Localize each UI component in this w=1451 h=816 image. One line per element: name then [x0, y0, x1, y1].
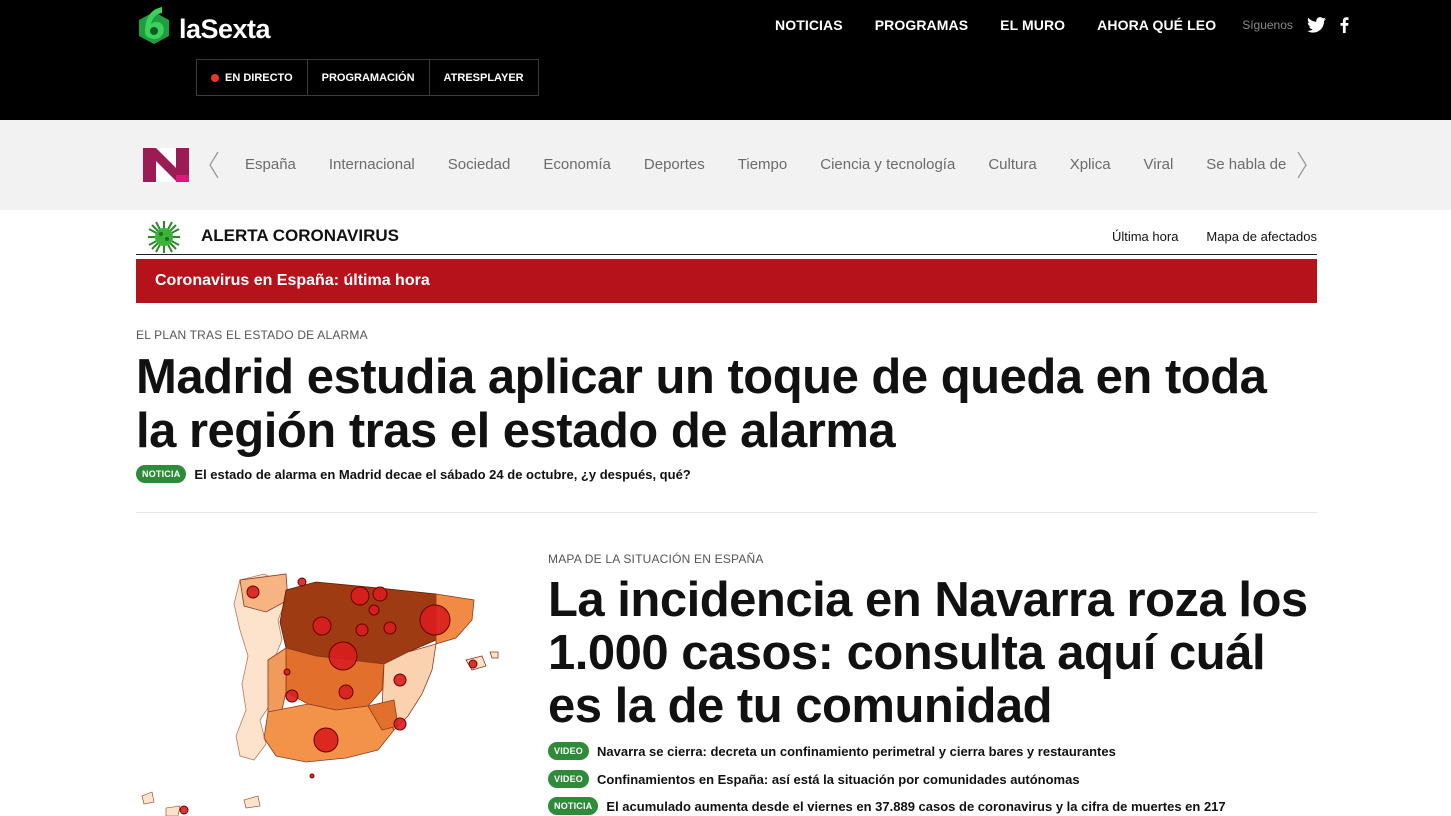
second-kicker: MAPA DE LA SITUACIÓN EN ESPAÑA — [548, 552, 764, 566]
section-cultura[interactable]: Cultura — [988, 156, 1036, 173]
nav-programas[interactable]: PROGRAMAS — [875, 17, 968, 33]
section-espana[interactable]: España — [245, 156, 296, 173]
lasexta-logo-icon — [139, 7, 169, 44]
chevron-left-icon[interactable] — [207, 150, 221, 180]
social-links — [1306, 17, 1349, 33]
section-tiempo[interactable]: Tiempo — [738, 156, 787, 173]
related-text-3: El acumulado aumenta desde el viernes en… — [606, 798, 1226, 814]
latest-news-link[interactable]: Última hora — [1112, 229, 1178, 244]
section-viral[interactable]: Viral — [1144, 156, 1174, 173]
facebook-icon[interactable] — [1340, 17, 1349, 33]
section-se-habla-de[interactable]: Se habla de — [1206, 156, 1286, 173]
nav-el-muro[interactable]: EL MURO — [1000, 17, 1065, 33]
spain-incidence-map[interactable] — [136, 560, 516, 816]
section-internacional[interactable]: Internacional — [329, 156, 415, 173]
alert-title[interactable]: ALERTA CORONAVIRUS — [201, 226, 399, 246]
video-tag: VIDEO — [548, 770, 590, 788]
player-link[interactable]: ATRESPLAYER — [430, 60, 538, 95]
section-ciencia[interactable]: Ciencia y tecnología — [820, 156, 955, 173]
related-text-2: Confinamientos en España: así está la si… — [597, 771, 1080, 787]
related-link-2[interactable]: VIDEO Confinamientos en España: así está… — [548, 770, 1080, 788]
chevron-right-icon[interactable] — [1295, 150, 1309, 180]
schedule-link[interactable]: PROGRAMACIÓN — [308, 60, 430, 95]
virus-icon — [148, 221, 180, 253]
lead-related-link[interactable]: NOTICIA El estado de alarma en Madrid de… — [136, 465, 691, 483]
site-logo[interactable]: laSexta — [135, 4, 271, 48]
section-deportes[interactable]: Deportes — [644, 156, 705, 173]
second-headline[interactable]: La incidencia en Navarra roza los 1.000 … — [548, 574, 1328, 733]
top-header: laSexta NOTICIAS PROGRAMAS EL MURO AHORA… — [0, 0, 1451, 120]
lead-related-text: El estado de alarma en Madrid decae el s… — [194, 466, 691, 482]
lead-headline[interactable]: Madrid estudia aplicar un toque de queda… — [136, 350, 1316, 458]
lead-kicker: EL PLAN TRAS EL ESTADO DE ALARMA — [136, 328, 368, 342]
affected-map-link[interactable]: Mapa de afectados — [1206, 229, 1317, 244]
video-tag: VIDEO — [548, 742, 590, 760]
twitter-icon[interactable] — [1306, 17, 1326, 33]
alert-links: Última hora Mapa de afectados — [1112, 229, 1317, 244]
noticias-logo-icon[interactable] — [143, 148, 189, 182]
section-divider — [136, 512, 1317, 513]
news-tag: NOTICIA — [548, 797, 599, 815]
coronavirus-alert-bar: ALERTA CORONAVIRUS Última hora Mapa de a… — [136, 216, 1317, 255]
related-link-3[interactable]: NOTICIA El acumulado aumenta desde el vi… — [548, 797, 1226, 815]
live-label: EN DIRECTO — [225, 71, 293, 84]
live-link[interactable]: EN DIRECTO — [197, 60, 308, 95]
news-tag: NOTICIA — [136, 465, 187, 483]
section-sociedad[interactable]: Sociedad — [448, 156, 511, 173]
live-dot-icon — [211, 73, 219, 82]
nav-noticias[interactable]: NOTICIAS — [775, 17, 843, 33]
section-xplica[interactable]: Xplica — [1070, 156, 1111, 173]
related-text-1: Navarra se cierra: decreta un confinamie… — [597, 743, 1116, 759]
section-links: España Internacional Sociedad Economía D… — [245, 156, 1319, 173]
follow-label: Síguenos — [1242, 18, 1293, 32]
brand-name: laSexta — [179, 13, 271, 44]
sub-nav: EN DIRECTO PROGRAMACIÓN ATRESPLAYER — [196, 59, 539, 96]
main-nav: NOTICIAS PROGRAMAS EL MURO AHORA QUÉ LEO… — [775, 17, 1349, 33]
section-economia[interactable]: Economía — [543, 156, 611, 173]
section-nav: España Internacional Sociedad Economía D… — [0, 120, 1451, 210]
related-link-1[interactable]: VIDEO Navarra se cierra: decreta un conf… — [548, 742, 1116, 760]
live-updates-banner[interactable]: Coronavirus en España: última hora — [136, 259, 1317, 303]
nav-ahora-que-leo[interactable]: AHORA QUÉ LEO — [1097, 17, 1216, 33]
